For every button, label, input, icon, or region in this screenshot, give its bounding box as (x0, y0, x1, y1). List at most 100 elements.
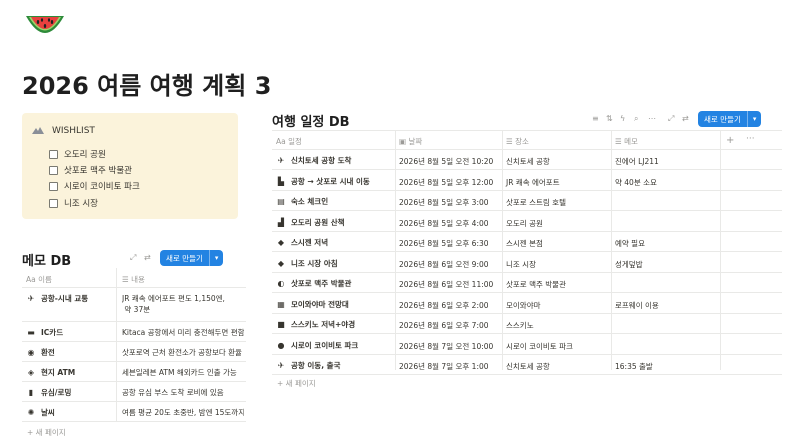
cell-place[interactable]: 니조 시장 (506, 259, 536, 270)
beer-icon: ◐ (277, 279, 285, 288)
checkbox[interactable] (49, 181, 58, 191)
table-row[interactable]: ◐ 삿포로 맥주 박물관 2026년 8월 6일 오전 11:00 삿포로 맥주 박물… (272, 273, 782, 293)
todo-label: 삿포로 맥주 박물관 (64, 166, 132, 176)
cell-place[interactable]: 스시젠 본점 (506, 238, 543, 249)
table-row[interactable]: ▟ 오도리 공원 산책 2026년 8월 5일 오후 4:00 오도리 공원 (272, 212, 782, 232)
table-row[interactable]: ▮ 유심/로밍 공항 유심 부스 도착 로비에 있음 (22, 382, 246, 402)
todo-item[interactable]: 오도리 공원 (49, 148, 106, 160)
todo-item[interactable]: 삿포로 맥주 박물관 (49, 164, 132, 176)
cell-date[interactable]: 2026년 8월 5일 오후 3:00 (399, 197, 489, 208)
row-title[interactable]: ▙ 공항 → 삿포로 시내 이동 (276, 176, 370, 187)
table-row[interactable]: ▙ 공항 → 삿포로 시내 이동 2026년 8월 5일 오후 12:00 JR 쾌속… (272, 171, 782, 191)
more-icon[interactable]: ··· (746, 134, 755, 144)
column-memo[interactable]: ☰ 메모 (615, 136, 638, 147)
row-title[interactable]: ◐ 삿포로 맥주 박물관 (276, 278, 352, 289)
row-title[interactable]: ● 시로이 코이비토 파크 (276, 340, 359, 351)
cell-date[interactable]: 2026년 8월 6일 오후 2:00 (399, 300, 489, 311)
checkbox[interactable] (49, 149, 58, 159)
table-row[interactable]: ▬ IC카드 Kitaca 공항에서 미리 충전해두면 편함 (22, 322, 246, 342)
cell-memo[interactable]: 로프웨이 이용 (615, 300, 659, 311)
row-title[interactable]: ■ 스스키노 저녁+야경 (276, 319, 355, 330)
text-type-icon: Aa (276, 137, 286, 146)
trip-new-button[interactable]: 새로 만들기 ▾ (698, 111, 762, 127)
cell-place[interactable]: 시로이 코이비토 파크 (506, 341, 573, 352)
todo-item[interactable]: 시로이 코이비토 파크 (49, 180, 140, 192)
row-title[interactable]: ▟ 오도리 공원 산책 (276, 217, 345, 228)
cell-place[interactable]: 삿포로 맥주 박물관 (506, 279, 566, 290)
trip-db-title[interactable]: 여행 일정 DB (272, 111, 350, 130)
cell-place[interactable]: 오도리 공원 (506, 218, 543, 229)
cell-memo[interactable]: 성게덮밥 (615, 259, 643, 270)
cell-place[interactable]: 모이와야마 (506, 300, 541, 311)
table-row[interactable]: ✈ 신치토세 공항 도착 2026년 8월 5일 오전 10:20 신치토세 공항 진에… (272, 150, 782, 170)
column-place[interactable]: ☰ 장소 (506, 136, 529, 147)
add-column-icon[interactable]: + (726, 135, 734, 146)
expand-icon[interactable]: ⤢ (130, 253, 136, 263)
row-title[interactable]: ◆ 니조 시장 아침 (276, 258, 338, 269)
table-row[interactable]: ◈ 현지 ATM 세븐일레븐 ATM 해외카드 인출 가능 (22, 362, 246, 382)
filter-icon[interactable]: ≡ (592, 114, 599, 123)
cell-memo[interactable]: 진에어 LJ211 (615, 156, 659, 167)
table-row[interactable]: ■ 스스키노 저녁+야경 2026년 8월 6일 오후 7:00 스스키노 (272, 314, 782, 334)
column-schedule[interactable]: Aa 일정 (276, 136, 302, 147)
memo-add-page[interactable]: + 새 페이지 (27, 427, 66, 438)
cell-date[interactable]: 2026년 8월 7일 오전 10:00 (399, 341, 493, 352)
row-title[interactable]: ✈ 공항 이동, 출국 (276, 360, 341, 371)
cell-date[interactable]: 2026년 8월 6일 오전 11:00 (399, 279, 493, 290)
cell-date[interactable]: 2026년 8월 5일 오후 4:00 (399, 218, 489, 229)
chevron-down-icon[interactable]: ▾ (746, 111, 762, 127)
table-row[interactable]: ✺ 날씨 여름 평균 20도 초중반, 밤엔 15도까지 (22, 402, 246, 422)
cell-place[interactable]: 스스키노 (506, 320, 534, 331)
settings-icon[interactable]: ⋯ (648, 114, 656, 123)
checkbox[interactable] (49, 165, 58, 175)
checkbox[interactable] (49, 198, 58, 208)
table-row[interactable]: ◆ 스시젠 저녁 2026년 8월 5일 오후 6:30 스시젠 본점 예약 필요 (272, 232, 782, 252)
memo-db-title[interactable]: 메모 DB (22, 250, 71, 269)
chevron-down-icon[interactable]: ▾ (208, 250, 224, 266)
cell-memo[interactable]: 예약 필요 (615, 238, 645, 249)
table-row[interactable]: ● 시로이 코이비토 파크 2026년 8월 7일 오전 10:00 시로이 코이비토… (272, 335, 782, 355)
cell-memo[interactable]: 16:35 출발 (615, 361, 653, 372)
table-row[interactable]: ◉ 환전 삿포로역 근처 환전소가 공항보다 환율 (22, 342, 246, 362)
column-note[interactable]: ☰ 내용 (122, 274, 145, 285)
hotel-icon: ▤ (277, 197, 285, 206)
table-row[interactable]: ◆ 니조 시장 아침 2026년 8월 6일 오전 9:00 니조 시장 성게덮밥 (272, 253, 782, 273)
cell-place[interactable]: 신치토세 공항 (506, 361, 550, 372)
table-row[interactable]: ✈ 공항 이동, 출국 2026년 8월 7일 오후 1:00 신치토세 공항 16:3… (272, 355, 782, 375)
cell-memo[interactable]: 약 40분 소요 (615, 177, 657, 188)
row-title[interactable]: ✈ 신치토세 공항 도착 (276, 155, 352, 166)
row-title[interactable]: ▤ 숙소 체크인 (276, 196, 328, 207)
table-row[interactable]: ▤ 숙소 체크인 2026년 8월 5일 오후 3:00 삿포로 스트림 호텔 (272, 191, 782, 211)
watermelon-icon[interactable] (22, 10, 68, 46)
row-title[interactable]: ◆ 스시젠 저녁 (276, 237, 328, 248)
page-title[interactable]: 2026 여름 여행 계획 3 (22, 66, 271, 101)
sort-icon[interactable]: ⇅ (606, 114, 613, 123)
search-icon[interactable]: ⌕ (634, 114, 638, 124)
expand-icon[interactable]: ⤢ (668, 114, 674, 124)
cell-date[interactable]: 2026년 8월 6일 오전 9:00 (399, 259, 489, 270)
automation-icon[interactable]: ϟ (620, 114, 625, 123)
todo-item[interactable]: 니조 시장 (49, 197, 98, 209)
new-button-label: 새로 만들기 (704, 114, 741, 124)
link-icon[interactable]: ⇄ (682, 114, 689, 123)
memo-new-button[interactable]: 새로 만들기 ▾ (160, 250, 224, 266)
cell-place[interactable]: 신치토세 공항 (506, 156, 550, 167)
column-name[interactable]: Aa 이름 (26, 274, 52, 285)
lines-icon: ☰ (615, 137, 622, 146)
cell-date[interactable]: 2026년 8월 7일 오후 1:00 (399, 361, 489, 372)
cell-date[interactable]: 2026년 8월 6일 오후 7:00 (399, 320, 489, 331)
park-icon: ▟ (277, 217, 285, 227)
table-row[interactable]: ✈ 공항-시내 교통 JR 쾌속 에어포트 편도 1,150엔, 약 37분 (22, 288, 246, 322)
row-title[interactable]: ▦ 모이와야마 전망대 (276, 299, 349, 310)
todo-label: 오도리 공원 (64, 150, 106, 160)
link-icon[interactable]: ⇄ (144, 253, 151, 262)
cell-place[interactable]: 삿포로 스트림 호텔 (506, 197, 566, 208)
trip-add-page[interactable]: + 새 페이지 (277, 378, 316, 389)
cell-date[interactable]: 2026년 8월 5일 오후 6:30 (399, 238, 489, 249)
new-button-label: 새로 만들기 (166, 253, 203, 263)
table-row[interactable]: ▦ 모이와야마 전망대 2026년 8월 6일 오후 2:00 모이와야마 로프웨이 이… (272, 294, 782, 314)
column-date[interactable]: ▣ 날짜 (399, 136, 422, 147)
cell-place[interactable]: JR 쾌속 에어포트 (506, 177, 560, 188)
cell-date[interactable]: 2026년 8월 5일 오후 12:00 (399, 177, 493, 188)
cell-date[interactable]: 2026년 8월 5일 오전 10:20 (399, 156, 493, 167)
